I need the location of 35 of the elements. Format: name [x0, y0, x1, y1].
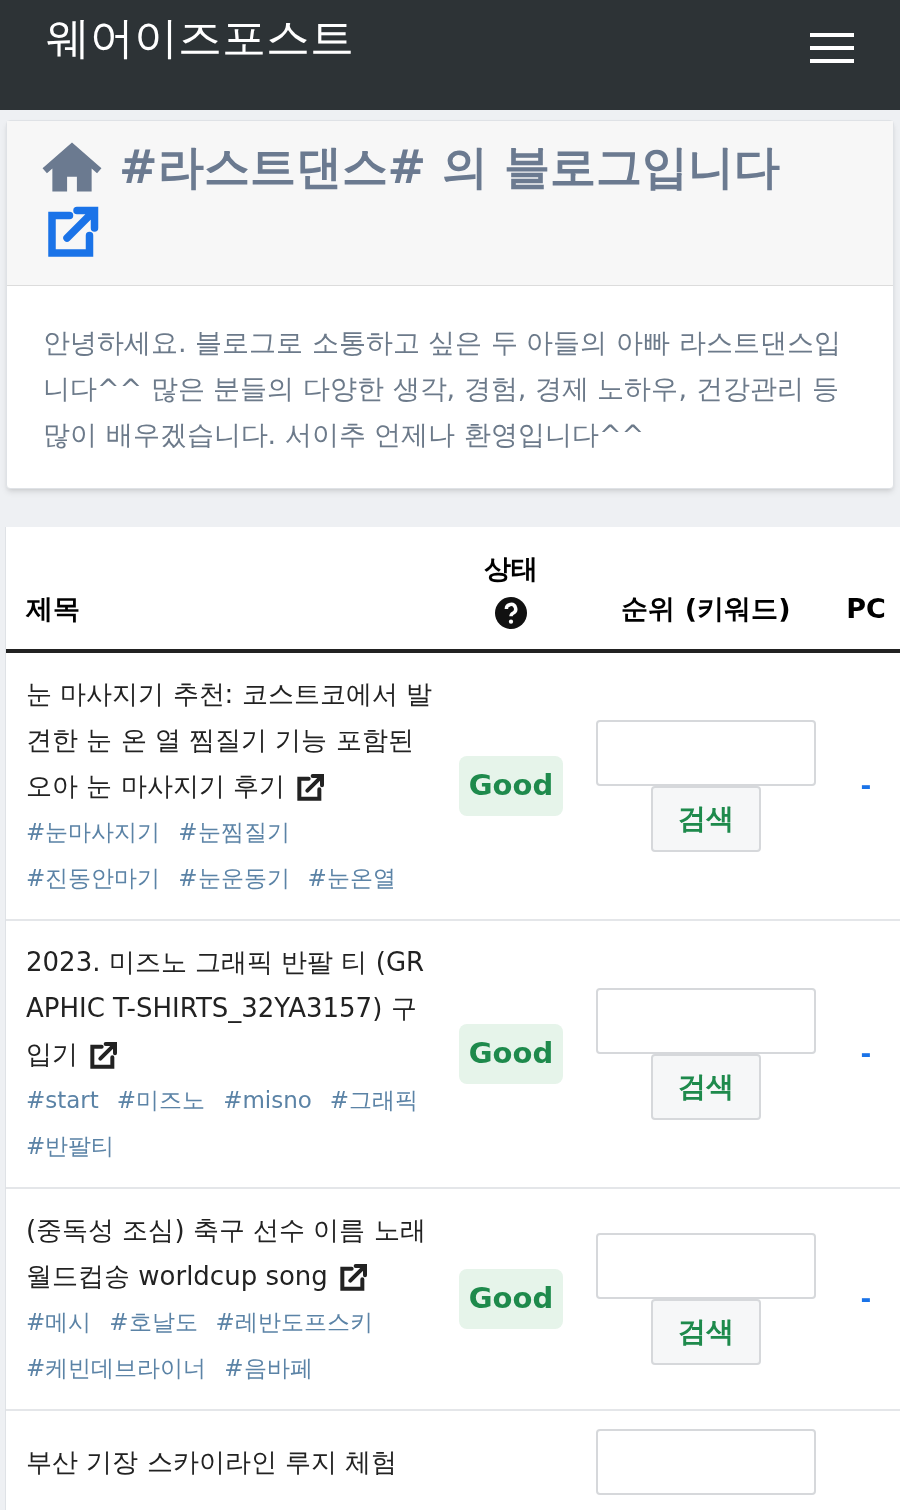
- hashtag-link[interactable]: #눈운동기: [178, 855, 290, 901]
- status-badge: Good: [458, 1269, 564, 1329]
- post-title[interactable]: 눈 마사지기 추천: 코스트코에서 발견한 눈 온 열 찜질기 기능 포함된 오아 눈 마사지기 후기: [26, 671, 435, 809]
- post-title[interactable]: (중독성 조심) 축구 선수 이름 노래 월드컵송 worldcup song: [26, 1207, 435, 1299]
- hashtag-link[interactable]: #음바페: [224, 1345, 313, 1391]
- hashtag-link[interactable]: #눈마사지기: [26, 809, 161, 855]
- hashtag-link[interactable]: #호날도: [109, 1299, 198, 1345]
- hashtag-link[interactable]: #눈찜질기: [178, 809, 290, 855]
- hashtag-link[interactable]: #진동안마기: [26, 855, 161, 901]
- column-header: 상태: [484, 551, 538, 586]
- brand-title[interactable]: 웨어이즈포스트: [46, 10, 354, 66]
- pc-rank: -: [860, 1282, 872, 1316]
- hashtag-link[interactable]: #start: [26, 1077, 99, 1123]
- hashtag-link[interactable]: #케빈데브라이너: [26, 1345, 207, 1391]
- pc-rank: -: [860, 1037, 872, 1071]
- status-badge: Good: [458, 1024, 564, 1084]
- column-header: 제목: [25, 591, 81, 626]
- blog-description: 안녕하세요. 블로그로 소통하고 싶은 두 아들의 아빠 라스트댄스입니다^^ 많은 분들의 다양한 생각, 경험, 경제 노하우, 건강관리 등 많이 배우겠습니다. 서이추 언제나 환영입니다^^: [42, 326, 842, 452]
- post-title[interactable]: 부산 기장 스카이라인 루지 체험: [26, 1439, 435, 1485]
- hashtag-link[interactable]: #눈온열: [307, 855, 396, 901]
- search-button[interactable]: 검색: [651, 1054, 761, 1120]
- search-button[interactable]: 검색: [651, 786, 761, 852]
- status-badge: Good: [458, 756, 564, 816]
- column-header: 순위 (키워드): [620, 591, 792, 626]
- search-button[interactable]: 검색: [651, 1299, 761, 1365]
- blog-title: #라스트댄스# 의 블로그입니다: [119, 139, 781, 195]
- hashtag-link[interactable]: #메시: [26, 1299, 92, 1345]
- hashtag-link[interactable]: #레반도프스키: [215, 1299, 373, 1345]
- pc-rank: -: [860, 769, 872, 803]
- hashtag-link[interactable]: #misno: [223, 1077, 312, 1123]
- column-header: PC: [845, 591, 887, 626]
- hashtag-link[interactable]: #그래픽: [329, 1077, 419, 1123]
- post-title[interactable]: 2023. 미즈노 그래픽 반팔 티 (GRAPHIC T-SHIRTS_32YA3157) 구입기: [26, 939, 435, 1077]
- hashtag-link[interactable]: #반팔티: [26, 1123, 115, 1169]
- hashtag-link[interactable]: #미즈노: [116, 1077, 206, 1123]
